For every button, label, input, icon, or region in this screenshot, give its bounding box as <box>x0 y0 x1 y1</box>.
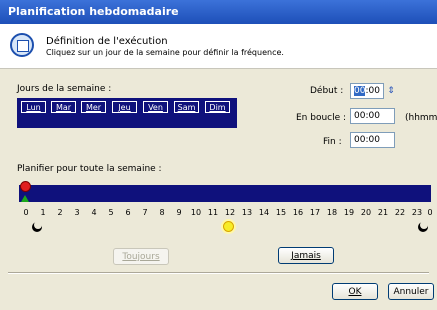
week-plan-label: Planifier pour toute la semaine : <box>17 164 162 174</box>
title-bar: Planification hebdomadaire <box>0 0 437 24</box>
moon-icon <box>32 221 42 232</box>
hour-tick: 20 <box>360 208 372 217</box>
day-button-sam[interactable]: Sam <box>174 101 199 113</box>
hour-tick: 2 <box>57 208 63 217</box>
start-label: Début : <box>310 86 344 96</box>
red-knob-icon[interactable] <box>20 181 31 192</box>
start-minutes: :00 <box>365 86 380 96</box>
hour-tick: 0 <box>23 208 29 217</box>
hour-tick: 0 <box>427 208 433 217</box>
separator <box>8 272 429 274</box>
always-button-label: Toujours <box>122 252 160 262</box>
hour-tick: 11 <box>207 208 219 217</box>
schedule-icon <box>10 33 34 57</box>
loop-time-input[interactable]: 00:00 <box>350 108 395 124</box>
day-button-mer[interactable]: Mer <box>81 101 106 113</box>
start-time-input[interactable]: 00:00 <box>350 83 384 99</box>
day-button-dim[interactable]: Dim <box>205 101 230 113</box>
hour-tick: 8 <box>159 208 165 217</box>
cancel-button[interactable]: Annuler <box>388 283 434 300</box>
hour-tick: 4 <box>91 208 97 217</box>
loop-unit-label: (hhmm) <box>405 113 437 123</box>
start-hour-selection: 00 <box>354 86 366 96</box>
never-button[interactable]: Jamais <box>278 247 334 264</box>
window-title: Planification hebdomadaire <box>8 5 179 18</box>
week-timeline-bar[interactable] <box>19 185 431 202</box>
end-time-input[interactable]: 00:00 <box>350 132 395 148</box>
days-panel: Lun Mar Mer Jeu Ven Sam Dim <box>17 98 237 128</box>
hour-tick: 23 <box>411 208 423 217</box>
hour-tick: 5 <box>108 208 114 217</box>
day-button-mar[interactable]: Mar <box>51 101 76 113</box>
cancel-button-label: Annuler <box>393 287 429 297</box>
hour-tick: 12 <box>224 208 236 217</box>
days-label: Jours de la semaine : <box>17 84 112 94</box>
loop-label: En boucle : <box>296 113 347 123</box>
hour-tick: 19 <box>343 208 355 217</box>
hour-tick: 7 <box>142 208 148 217</box>
end-label: Fin : <box>323 137 342 147</box>
hour-tick: 1 <box>40 208 46 217</box>
always-button[interactable]: Toujours <box>113 248 169 265</box>
ok-button[interactable]: OK <box>332 283 378 300</box>
hour-tick: 6 <box>125 208 131 217</box>
day-button-lun[interactable]: Lun <box>21 101 46 113</box>
day-button-jeu[interactable]: Jeu <box>112 101 137 113</box>
hour-tick: 9 <box>176 208 182 217</box>
hour-tick: 13 <box>241 208 253 217</box>
hour-tick: 16 <box>292 208 304 217</box>
spin-arrows-icon[interactable]: ⇕ <box>385 84 397 98</box>
hour-tick: 14 <box>258 208 270 217</box>
header-subtitle: Cliquez sur un jour de la semaine pour d… <box>46 48 284 57</box>
sun-icon <box>223 221 234 232</box>
hour-tick: 22 <box>394 208 406 217</box>
hour-tick: 17 <box>309 208 321 217</box>
header-panel: Définition de l'exécution Cliquez sur un… <box>0 24 437 69</box>
green-marker-icon[interactable] <box>21 195 29 202</box>
day-button-ven[interactable]: Ven <box>143 101 168 113</box>
header-title: Définition de l'exécution <box>46 36 168 47</box>
moon-icon <box>418 221 428 232</box>
never-button-label: Jamais <box>291 251 321 261</box>
ok-button-label: OK <box>348 287 362 297</box>
hour-tick: 15 <box>275 208 287 217</box>
hour-tick: 3 <box>74 208 80 217</box>
hour-tick: 10 <box>190 208 202 217</box>
hour-tick: 21 <box>377 208 389 217</box>
hour-tick: 18 <box>326 208 338 217</box>
